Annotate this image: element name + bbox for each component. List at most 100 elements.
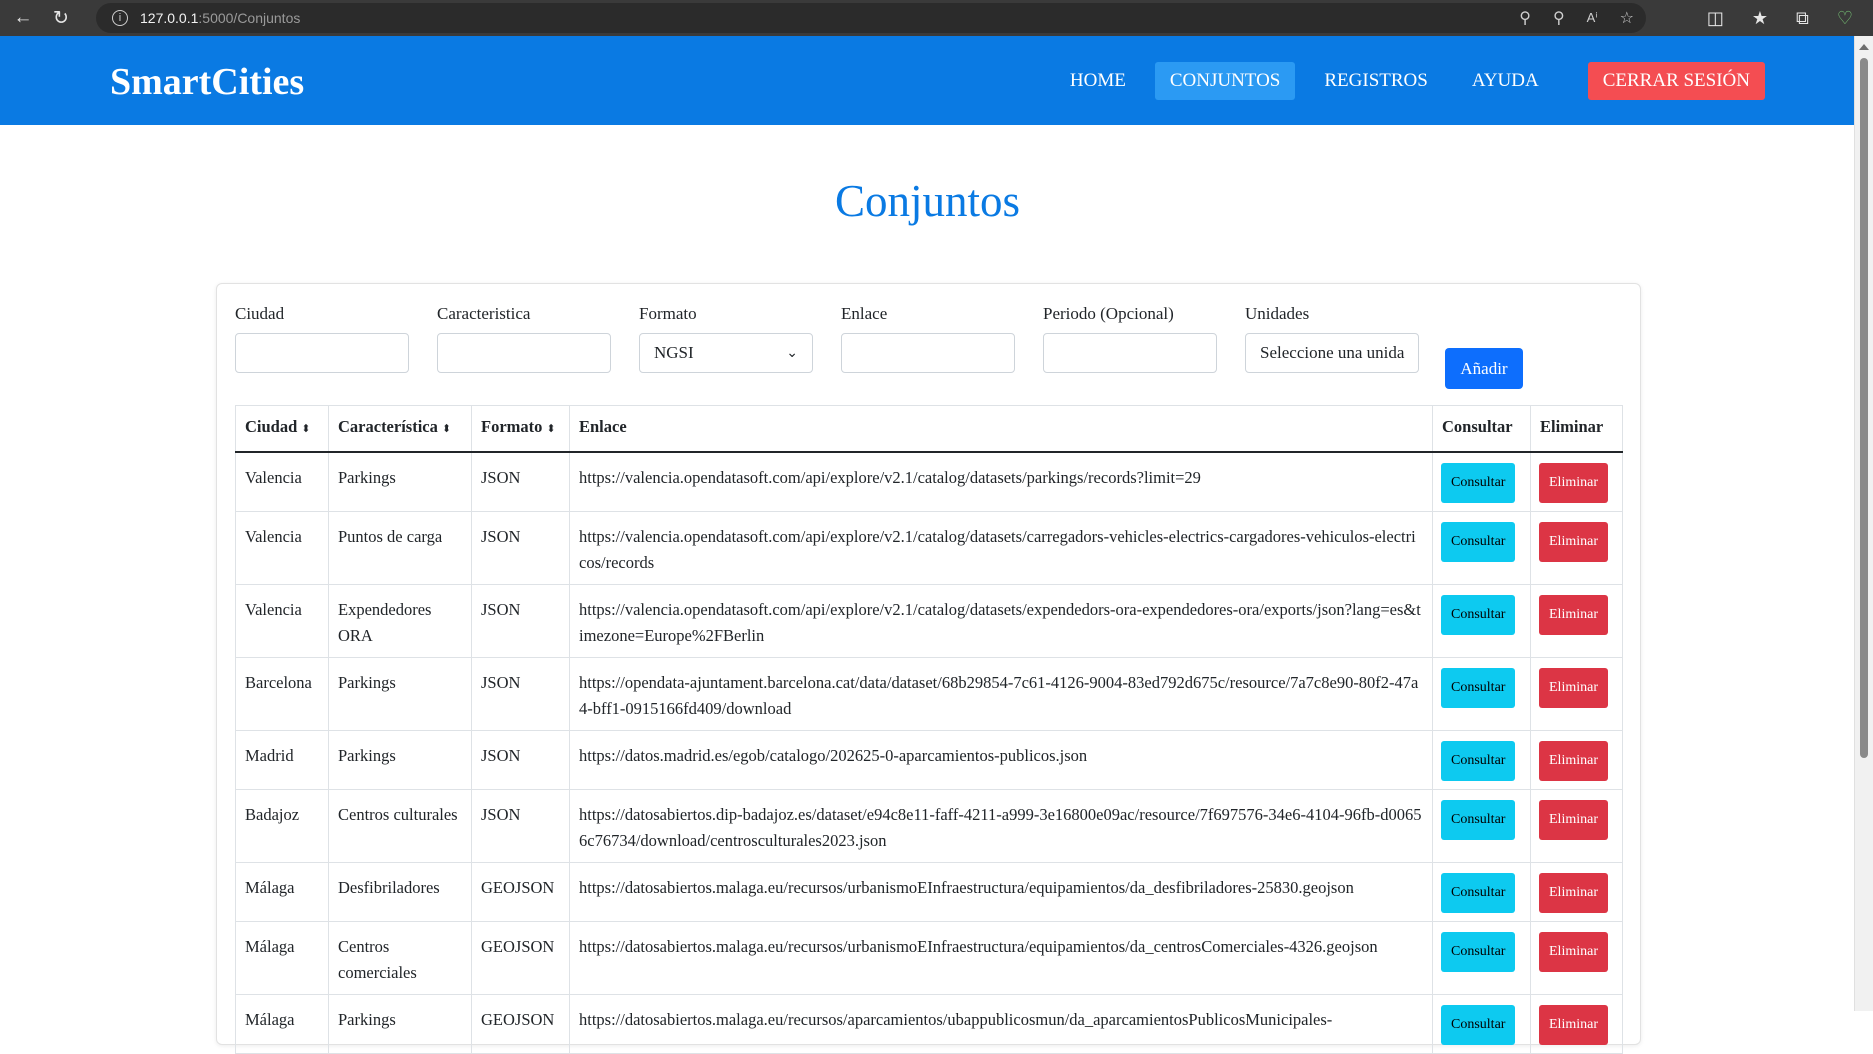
scrollbar-thumb[interactable] — [1860, 58, 1868, 758]
eliminar-button[interactable]: Eliminar — [1539, 463, 1608, 503]
table-row: Valencia Puntos de carga JSON https://va… — [235, 511, 1623, 585]
cell-formato: JSON — [471, 730, 570, 790]
cell-consultar: Consultar — [1432, 862, 1531, 922]
page-scrollbar[interactable] — [1854, 36, 1873, 1011]
read-aloud-icon[interactable]: Aⁱ — [1587, 10, 1598, 26]
cell-formato: JSON — [471, 451, 570, 512]
header-enlace: Enlace — [569, 405, 1433, 453]
favorite-star-icon[interactable]: ☆ — [1620, 8, 1634, 28]
formato-select[interactable]: NGSI ⌄ — [639, 333, 813, 373]
key-icon[interactable]: ⚲ — [1519, 8, 1531, 28]
eliminar-button[interactable]: Eliminar — [1539, 741, 1608, 781]
logout-button[interactable]: CERRAR SESIÓN — [1587, 62, 1765, 100]
cell-ciudad: Málaga — [235, 921, 329, 995]
nav-links: HOME CONJUNTOS REGISTROS AYUDA CERRAR SE… — [1055, 62, 1765, 100]
nav-registros[interactable]: REGISTROS — [1309, 62, 1442, 100]
scroll-up-icon[interactable] — [1859, 44, 1869, 50]
nav-conjuntos[interactable]: CONJUNTOS — [1154, 62, 1296, 100]
sort-icon[interactable]: ⬍ — [301, 423, 310, 435]
consultar-button[interactable]: Consultar — [1441, 741, 1516, 781]
enlace-input[interactable] — [841, 333, 1015, 373]
consultar-button[interactable]: Consultar — [1441, 463, 1516, 503]
cell-consultar: Consultar — [1432, 511, 1531, 585]
consultar-button[interactable]: Consultar — [1441, 800, 1516, 840]
consultar-button[interactable]: Consultar — [1441, 668, 1516, 708]
formato-label: Formato — [639, 304, 697, 323]
cell-ciudad: Madrid — [235, 730, 329, 790]
header-eliminar-label: Eliminar — [1540, 417, 1604, 436]
periodo-label: Periodo (Opcional) — [1043, 304, 1174, 323]
cell-eliminar: Eliminar — [1530, 994, 1623, 1054]
periodo-input[interactable] — [1043, 333, 1217, 373]
eliminar-button[interactable]: Eliminar — [1539, 932, 1608, 972]
cell-caracteristica: Parkings — [328, 657, 472, 731]
cell-enlace: https://valencia.opendatasoft.com/api/ex… — [569, 511, 1433, 585]
cell-caracteristica: Centros culturales — [328, 789, 472, 863]
consultar-button[interactable]: Consultar — [1441, 873, 1516, 913]
chevron-down-icon: ⌄ — [786, 345, 798, 361]
header-formato[interactable]: Formato ⬍ — [471, 405, 570, 453]
unidades-label: Unidades — [1245, 304, 1310, 323]
split-screen-icon[interactable]: ◫ — [1707, 8, 1724, 29]
brand-logo[interactable]: SmartCities — [110, 60, 304, 104]
table-row: Badajoz Centros culturales JSON https://… — [235, 789, 1623, 863]
eliminar-button[interactable]: Eliminar — [1539, 595, 1608, 635]
eliminar-button[interactable]: Eliminar — [1539, 873, 1608, 913]
cell-caracteristica: Expendedores ORA — [328, 584, 472, 658]
extension-heart-icon[interactable]: ♡ — [1837, 8, 1853, 29]
datasets-table: Ciudad ⬍ Característica ⬍ Formato ⬍ Enlace … — [235, 405, 1623, 1054]
cell-consultar: Consultar — [1432, 730, 1531, 790]
header-ciudad[interactable]: Ciudad ⬍ — [235, 405, 329, 453]
cell-eliminar: Eliminar — [1530, 511, 1623, 585]
back-icon[interactable]: ← — [4, 0, 42, 36]
table-row: Málaga Desfibriladores GEOJSON https://d… — [235, 862, 1623, 922]
reload-icon[interactable]: ↻ — [42, 0, 80, 36]
enlace-group: Enlace — [841, 304, 1015, 373]
cell-ciudad: Málaga — [235, 862, 329, 922]
cell-consultar: Consultar — [1432, 921, 1531, 995]
cell-eliminar: Eliminar — [1530, 451, 1623, 512]
eliminar-button[interactable]: Eliminar — [1539, 668, 1608, 708]
consultar-button[interactable]: Consultar — [1441, 1005, 1516, 1045]
ciudad-input[interactable] — [235, 333, 409, 373]
add-button[interactable]: Añadir — [1445, 348, 1523, 389]
sort-icon[interactable]: ⬍ — [546, 423, 555, 435]
favorites-icon[interactable]: ★ — [1752, 8, 1768, 29]
consultar-button[interactable]: Consultar — [1441, 932, 1516, 972]
cell-caracteristica: Parkings — [328, 994, 472, 1054]
eliminar-button[interactable]: Eliminar — [1539, 800, 1608, 840]
table-row: Barcelona Parkings JSON https://opendata… — [235, 657, 1623, 731]
table-row: Málaga Centros comerciales GEOJSON https… — [235, 921, 1623, 995]
cell-ciudad: Málaga — [235, 994, 329, 1054]
sort-icon[interactable]: ⬍ — [442, 423, 451, 435]
cell-consultar: Consultar — [1432, 584, 1531, 658]
nav-home[interactable]: HOME — [1055, 62, 1141, 100]
ciudad-group: Ciudad — [235, 304, 409, 373]
cell-caracteristica: Centros comerciales — [328, 921, 472, 995]
periodo-group: Periodo (Opcional) — [1043, 304, 1217, 373]
caracteristica-input[interactable] — [437, 333, 611, 373]
unidades-select[interactable]: Seleccione una unida — [1245, 333, 1419, 373]
cell-eliminar: Eliminar — [1530, 921, 1623, 995]
cell-consultar: Consultar — [1432, 994, 1531, 1054]
caracteristica-group: Caracteristica — [437, 304, 611, 373]
url-path: :5000/Conjuntos — [198, 10, 301, 26]
address-bar[interactable]: i 127.0.0.1:5000/Conjuntos ⚲ ⚲ Aⁱ ☆ — [96, 3, 1646, 33]
consultar-button[interactable]: Consultar — [1441, 522, 1516, 562]
cell-ciudad: Valencia — [235, 451, 329, 512]
nav-ayuda[interactable]: AYUDA — [1457, 62, 1554, 100]
cell-ciudad: Valencia — [235, 584, 329, 658]
cell-formato: GEOJSON — [471, 921, 570, 995]
cell-formato: GEOJSON — [471, 862, 570, 922]
table-row: Valencia Parkings JSON https://valencia.… — [235, 451, 1623, 512]
collections-icon[interactable]: ⧉ — [1796, 8, 1809, 29]
header-caracteristica[interactable]: Característica ⬍ — [328, 405, 472, 453]
eliminar-button[interactable]: Eliminar — [1539, 522, 1608, 562]
cell-consultar: Consultar — [1432, 451, 1531, 512]
page-title: Conjuntos — [834, 176, 1021, 226]
cell-caracteristica: Parkings — [328, 451, 472, 512]
site-info-icon[interactable]: i — [112, 10, 128, 26]
consultar-button[interactable]: Consultar — [1441, 595, 1516, 635]
zoom-icon[interactable]: ⚲ — [1553, 8, 1565, 28]
eliminar-button[interactable]: Eliminar — [1539, 1005, 1608, 1045]
